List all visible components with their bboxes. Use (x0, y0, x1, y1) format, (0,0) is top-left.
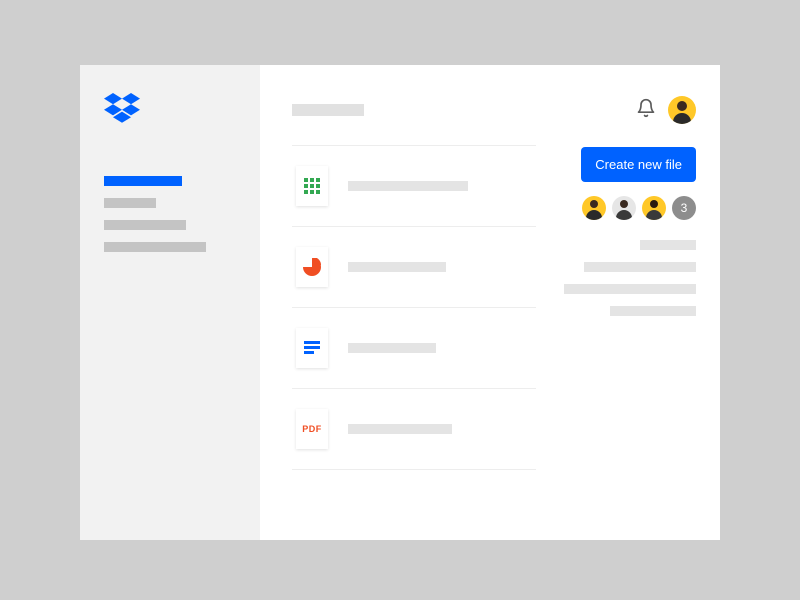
page-title-placeholder (292, 104, 364, 116)
main-content: PDF Create new file (260, 65, 720, 540)
file-row-presentation[interactable] (292, 227, 536, 308)
right-panel: Create new file 3 (556, 95, 696, 516)
file-row-spreadsheet[interactable] (292, 146, 536, 227)
sidebar-item-3[interactable] (104, 242, 206, 252)
info-line (640, 240, 696, 250)
dropbox-logo-icon[interactable] (104, 93, 236, 130)
user-avatar[interactable] (668, 96, 696, 124)
collaborator-avatar-0[interactable] (582, 196, 606, 220)
collaborators-row: 3 (556, 196, 696, 220)
header-actions (556, 95, 696, 125)
file-row-pdf[interactable]: PDF (292, 389, 536, 470)
sidebar-item-0[interactable] (104, 176, 182, 186)
info-panel (556, 240, 696, 316)
list-header (292, 95, 536, 125)
app-window: PDF Create new file (80, 65, 720, 540)
info-line (610, 306, 696, 316)
presentation-icon (296, 247, 328, 287)
pdf-icon: PDF (296, 409, 328, 449)
sidebar-item-1[interactable] (104, 198, 156, 208)
collaborator-avatar-2[interactable] (642, 196, 666, 220)
file-name-placeholder (348, 262, 446, 272)
collaborators-more-badge[interactable]: 3 (672, 196, 696, 220)
file-list-column: PDF (292, 95, 536, 516)
sidebar-nav (104, 176, 236, 252)
sidebar (80, 65, 260, 540)
file-row-document[interactable] (292, 308, 536, 389)
notifications-bell-icon[interactable] (636, 98, 656, 123)
file-name-placeholder (348, 343, 436, 353)
document-icon (296, 328, 328, 368)
file-name-placeholder (348, 424, 452, 434)
sidebar-item-2[interactable] (104, 220, 186, 230)
collaborator-avatar-1[interactable] (612, 196, 636, 220)
file-name-placeholder (348, 181, 468, 191)
info-line (584, 262, 696, 272)
info-line (564, 284, 696, 294)
create-new-file-button[interactable]: Create new file (581, 147, 696, 182)
spreadsheet-icon (296, 166, 328, 206)
